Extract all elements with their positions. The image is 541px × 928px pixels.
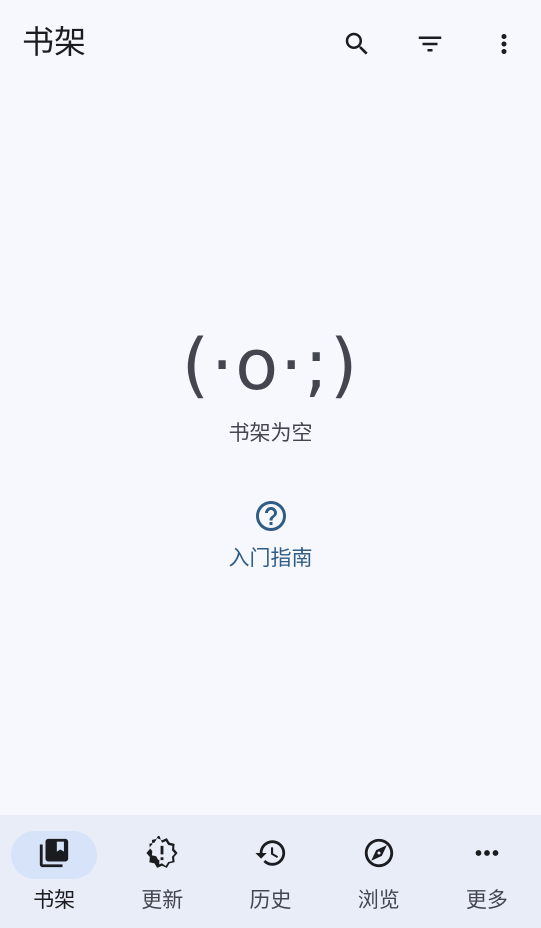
nav-label-browse: 浏览 [357,888,400,912]
page-title: 书架 [22,23,87,61]
more-vert-icon [489,29,519,59]
getting-started-guide-button[interactable]: 入门指南 [200,498,341,574]
help-circle-icon [253,498,289,538]
empty-state: (·o·;) 书架为空 [0,325,541,447]
nav-item-more[interactable]: 更多 [433,815,541,928]
top-app-bar: 书架 [0,0,541,84]
empty-kaomoji: (·o·;) [181,324,360,406]
more-horiz-icon [470,836,504,874]
nav-item-updates[interactable]: 更新 [108,815,216,928]
nav-label-library: 书架 [33,888,76,912]
nav-item-history[interactable]: 历史 [216,815,324,928]
guide-label: 入门指南 [228,546,313,570]
history-icon [254,836,288,874]
filter-button[interactable] [408,22,452,66]
overflow-menu-button[interactable] [482,22,526,66]
nav-pill [228,831,314,879]
filter-icon [415,29,445,59]
nav-pill [336,831,422,879]
nav-pill [119,831,205,879]
nav-item-browse[interactable]: 浏览 [325,815,433,928]
nav-item-library[interactable]: 书架 [0,815,108,928]
explore-icon [362,836,396,874]
nav-label-updates: 更新 [141,888,184,912]
nav-pill [444,831,530,879]
nav-label-history: 历史 [249,888,292,912]
search-icon [342,29,372,59]
bottom-navigation: 书架 更新 历史 浏览 更多 [0,815,541,928]
library-icon [37,836,71,874]
active-indicator [11,831,98,879]
nav-label-more: 更多 [465,888,508,912]
new-releases-icon [145,835,179,874]
search-button[interactable] [335,22,379,66]
empty-message: 书架为空 [228,421,313,445]
